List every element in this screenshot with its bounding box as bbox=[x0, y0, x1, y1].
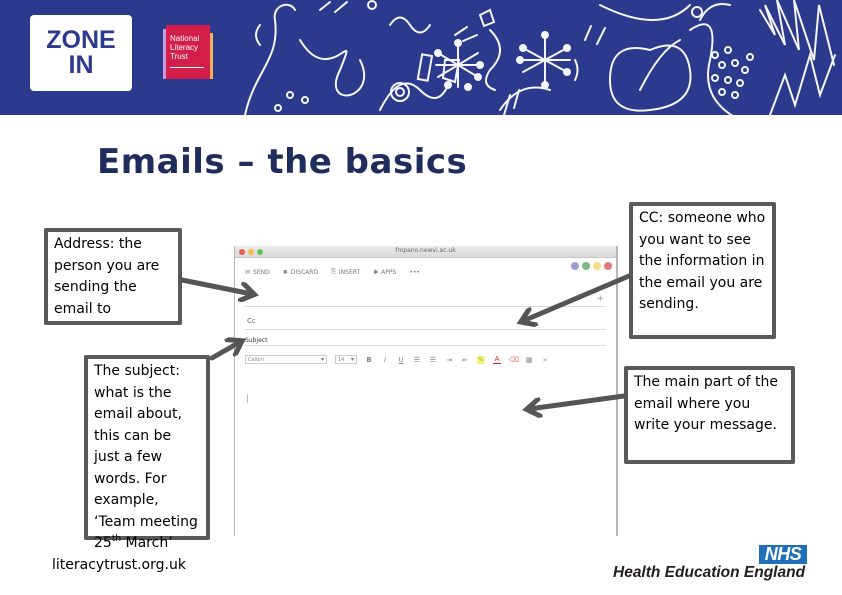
send-button[interactable]: ✉ SEND bbox=[245, 268, 270, 276]
font-size-select[interactable]: 14 bbox=[335, 355, 357, 364]
window-titlebar: fmpano.newvi.ac.uk bbox=[235, 246, 616, 258]
extension-icon-3[interactable] bbox=[593, 262, 601, 270]
cc-field[interactable] bbox=[245, 329, 606, 330]
page-title: Emails – the basics bbox=[97, 142, 468, 182]
bullet-list-icon[interactable]: ☰ bbox=[413, 356, 421, 364]
national-literacy-trust-logo: National Literacy Trust bbox=[163, 25, 213, 83]
add-recipient-button[interactable]: + bbox=[596, 294, 604, 304]
outdent-icon[interactable]: ⇤ bbox=[461, 356, 469, 364]
extension-icon-4[interactable] bbox=[604, 262, 612, 270]
nlt-line3: Trust bbox=[170, 52, 188, 61]
table-icon[interactable]: ▦ bbox=[525, 356, 533, 364]
send-icon: ✉ bbox=[245, 268, 251, 276]
zone-logo-line1: ZONE bbox=[46, 26, 116, 54]
apps-icon: ✱ bbox=[373, 268, 379, 276]
clear-format-icon[interactable]: ⌫ bbox=[509, 356, 519, 364]
literacy-trust-link[interactable]: literacytrust.org.uk bbox=[52, 557, 186, 573]
health-education-england-logo: Health Education England bbox=[613, 564, 806, 581]
email-client-screenshot: fmpano.newvi.ac.uk ✉ SEND ✖ DISCARD ⎘ INSER… bbox=[234, 246, 618, 536]
highlight-icon[interactable]: ✎ bbox=[477, 355, 485, 364]
italic-icon[interactable]: I bbox=[381, 356, 389, 364]
nlt-line1: National bbox=[170, 34, 200, 43]
callout-address: Address: the person you are sending the … bbox=[44, 228, 182, 325]
more-button[interactable]: ••• bbox=[409, 268, 420, 276]
nhs-logo: NHS bbox=[759, 545, 807, 564]
numbered-list-icon[interactable]: ☰ bbox=[429, 356, 437, 364]
font-color-icon[interactable]: A bbox=[493, 355, 501, 364]
subject-field-label[interactable]: Subject bbox=[245, 337, 267, 344]
to-field[interactable] bbox=[245, 306, 606, 307]
more-icon: ••• bbox=[409, 268, 420, 276]
callout-cc: CC: someone who you want to see the info… bbox=[629, 202, 776, 339]
attach-icon: ⎘ bbox=[331, 268, 336, 275]
extension-icon-1[interactable] bbox=[571, 262, 579, 270]
insert-button[interactable]: ⎘ INSERT bbox=[331, 268, 360, 276]
discard-button[interactable]: ✖ DISCARD bbox=[283, 268, 318, 276]
bold-icon[interactable]: B bbox=[365, 356, 373, 364]
email-toolbar: ✉ SEND ✖ DISCARD ⎘ INSERT ✱ APPS ••• bbox=[245, 268, 420, 276]
zone-logo-line2: IN bbox=[68, 51, 94, 79]
indent-icon[interactable]: ⇥ bbox=[445, 356, 453, 364]
underline-icon[interactable]: U bbox=[397, 356, 405, 364]
font-family-select[interactable]: Calibri bbox=[245, 355, 327, 364]
header-banner: ZONE IN National Literacy Trust bbox=[0, 0, 842, 115]
callout-subject: The subject: what is the email about, th… bbox=[84, 355, 210, 551]
message-body-input[interactable] bbox=[247, 394, 248, 403]
formatting-toolbar: Calibri 14 B I U ☰ ☰ ⇥ ⇤ ✎ A ⌫ ▦ » bbox=[245, 355, 549, 364]
apps-button[interactable]: ✱ APPS bbox=[373, 268, 396, 276]
extension-icon-2[interactable] bbox=[582, 262, 590, 270]
zone-in-logo: ZONE IN bbox=[30, 15, 132, 91]
cc-field-label[interactable]: Cc bbox=[247, 317, 256, 325]
subject-field[interactable] bbox=[245, 345, 606, 346]
discard-icon: ✖ bbox=[282, 268, 288, 276]
extension-icons bbox=[571, 262, 612, 270]
expand-icon[interactable]: » bbox=[541, 356, 549, 364]
nlt-line2: Literacy bbox=[170, 43, 199, 52]
callout-message-body: The main part of the email where you wri… bbox=[624, 366, 795, 464]
url-bar[interactable]: fmpano.newvi.ac.uk bbox=[235, 247, 616, 254]
